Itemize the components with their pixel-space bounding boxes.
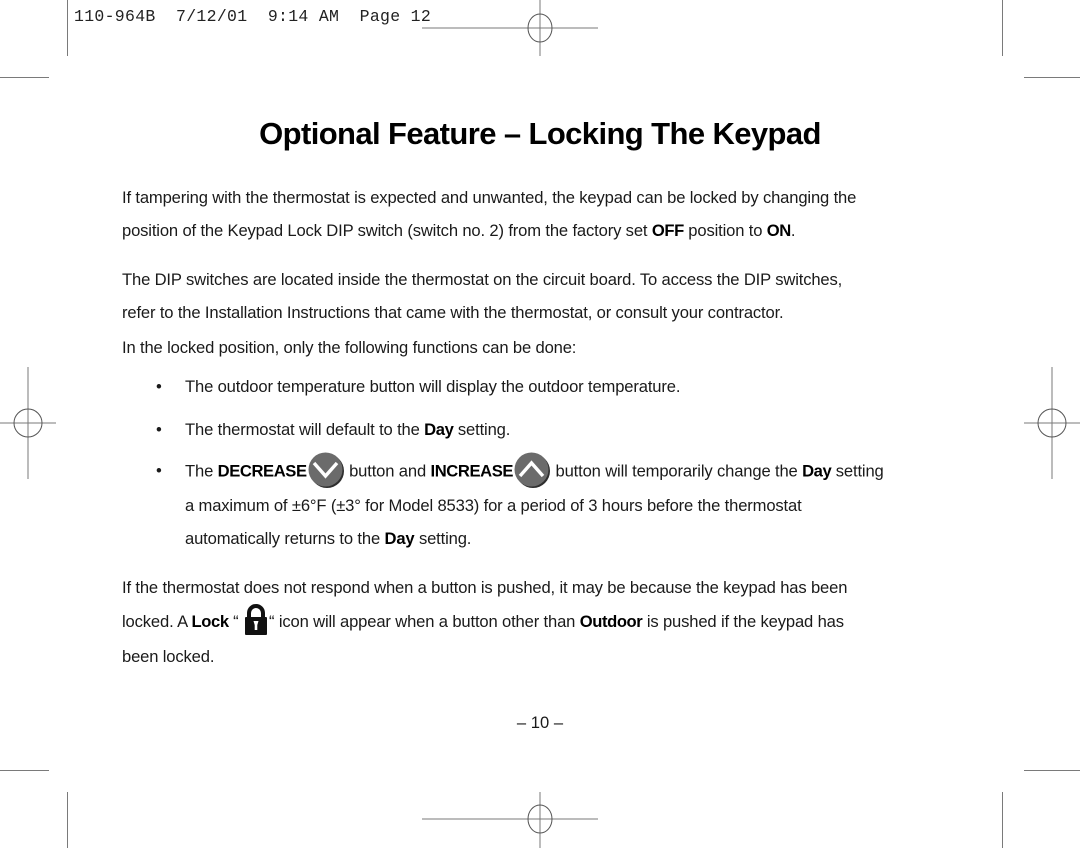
paragraph-3-line-3: been locked. — [122, 647, 215, 666]
text: is pushed if the keypad has — [642, 612, 844, 631]
paragraph-2-line-2: refer to the Installation Instructions t… — [122, 303, 784, 322]
text: locked. A — [122, 612, 192, 631]
crop-mark-top-left-vertical — [67, 0, 68, 56]
crop-mark-top-right-vertical — [1002, 0, 1003, 56]
text: The thermostat will default to the — [185, 420, 425, 439]
lock-icon — [244, 603, 267, 635]
printer-slug: 110-964B 7/12/01 9:14 AM Page 12 — [74, 7, 432, 26]
paragraph-2-line-3: In the locked position, only the followi… — [122, 338, 577, 357]
paragraph-1-line-1: If tampering with the thermostat is expe… — [122, 188, 857, 207]
page-number: – 10 – — [516, 713, 564, 732]
page-title: Optional Feature – Locking The Keypad — [259, 116, 821, 151]
text: setting — [831, 461, 884, 481]
decrease-chevron-down-icon — [308, 452, 344, 488]
bullet-marker: • — [156, 377, 162, 396]
crop-mark-top-left-horizontal — [0, 77, 49, 78]
crop-mark-bottom-left-horizontal — [0, 770, 49, 771]
outdoor-label: Outdoor — [579, 612, 643, 631]
text: position of the Keypad Lock DIP switch (… — [122, 221, 652, 240]
increase-chevron-up-icon — [514, 452, 551, 488]
registration-mark-bottom — [422, 792, 598, 848]
lock-label: Lock — [191, 612, 230, 631]
day-label: Day — [384, 529, 415, 548]
registration-mark-right — [1024, 367, 1080, 479]
bullet-marker: • — [156, 420, 162, 439]
text: setting. — [414, 529, 472, 548]
paragraph-2-line-1: The DIP switches are located inside the … — [122, 270, 843, 289]
on-label: ON — [766, 221, 791, 240]
bullet-marker: • — [156, 461, 162, 481]
text: “ — [228, 612, 243, 631]
text: position to — [683, 221, 767, 240]
crop-mark-bottom-left-vertical — [67, 792, 68, 848]
paragraph-1-line-2: position of the Keypad Lock DIP switch (… — [122, 214, 795, 248]
bullet-item-3-line-3: automatically returns to the Day setting… — [185, 522, 471, 556]
registration-mark-left — [0, 367, 56, 479]
crop-mark-top-right-horizontal — [1024, 77, 1080, 78]
off-label: OFF — [651, 221, 684, 240]
bullet-item-2: • The thermostat will default to the Day … — [156, 413, 510, 447]
increase-label: INCREASE — [430, 461, 514, 481]
bullet-item-1: • The outdoor temperature button will dis… — [156, 370, 680, 404]
text: button will temporarily change the — [551, 461, 803, 481]
paragraph-3-line-2: locked. A Lock “ “ icon will appear when… — [122, 603, 844, 639]
day-label: Day — [424, 420, 454, 439]
text: . — [790, 221, 796, 240]
crop-mark-bottom-right-horizontal — [1024, 770, 1080, 771]
crop-mark-bottom-right-vertical — [1002, 792, 1003, 848]
decrease-label: DECREASE — [217, 461, 307, 481]
bullet-text: The outdoor temperature button will disp… — [185, 377, 681, 396]
text: The — [185, 461, 218, 481]
bullet-item-3: • The DECREASE button and INCREASE button… — [156, 452, 884, 491]
text: button and — [344, 461, 431, 481]
registration-mark-top — [422, 0, 598, 56]
text: automatically returns to the — [185, 529, 385, 548]
text: setting. — [453, 420, 511, 439]
paragraph-3-line-1: If the thermostat does not respond when … — [122, 578, 848, 597]
day-label: Day — [802, 461, 832, 481]
text: “ icon will appear when a button other t… — [268, 612, 580, 631]
bullet-item-3-line-2: a maximum of ±6°F (±3° for Model 8533) f… — [185, 496, 802, 515]
